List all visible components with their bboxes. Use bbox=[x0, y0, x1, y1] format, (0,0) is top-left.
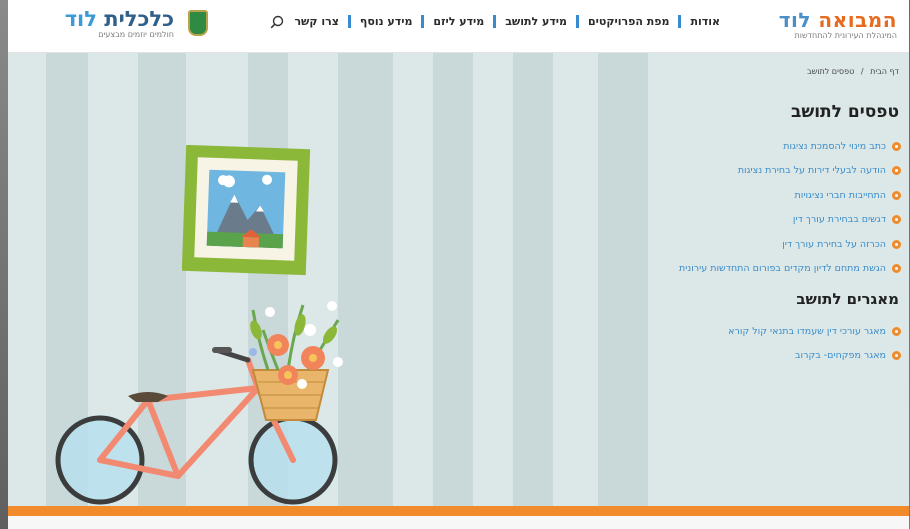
form-link[interactable]: כתב מינוי להסמכת נציגות bbox=[679, 134, 901, 159]
nav-item-project-map[interactable]: מפת הפרויקטים bbox=[579, 15, 678, 28]
breadcrumb-current: טפסים לתושב bbox=[806, 67, 855, 76]
wall-stripe bbox=[513, 53, 553, 508]
secondary-logo-tagline: חולמים יוזמים מבצעים bbox=[98, 30, 174, 39]
web-page: המבואה לוד המינהלת העירונית להתחדשות אוד… bbox=[8, 0, 909, 529]
search-icon[interactable] bbox=[270, 15, 284, 29]
logo-tagline: המינהלת העירונית להתחדשות bbox=[794, 31, 897, 40]
breadcrumb-separator: / bbox=[860, 67, 864, 76]
wall-stripe bbox=[433, 53, 473, 508]
nav-separator bbox=[493, 15, 497, 28]
database-link-label: מאגר מפקחים- בקרוב bbox=[795, 350, 886, 362]
kalkalit-lod-logo[interactable]: כלכלית לוד חולמים יוזמים מבצעים bbox=[56, 8, 174, 40]
database-link-label: מאגר עורכי דין שעמדו בתנאי קול קורא bbox=[728, 325, 886, 337]
mevoa-lod-logo[interactable]: המבואה לוד המינהלת העירונית להתחדשות bbox=[779, 9, 897, 41]
nav-separator bbox=[347, 15, 351, 28]
nav-item-developer-info[interactable]: מידע ליזם bbox=[424, 15, 493, 28]
form-link[interactable]: הכרזה על בחירת עורך דין bbox=[679, 232, 901, 257]
breadcrumb-home-link[interactable]: דף הבית bbox=[870, 67, 899, 76]
forms-list: כתב מינוי להסמכת נציגות הודעה לבעלי דירו… bbox=[679, 134, 901, 281]
wall-stripe bbox=[598, 53, 648, 508]
bullet-icon bbox=[892, 215, 901, 225]
secondary-logo-title: כלכלית לוד bbox=[56, 8, 174, 30]
bullet-icon bbox=[892, 141, 901, 151]
form-link[interactable]: דגשים בבחירת עורך דין bbox=[679, 208, 901, 233]
floor-stripe bbox=[8, 506, 909, 516]
form-link-label: התחייבות חברי נציגויות bbox=[794, 189, 886, 201]
nav-item-contact[interactable]: צרו קשר bbox=[285, 15, 347, 28]
database-link[interactable]: מאגר עורכי דין שעמדו בתנאי קול קורא bbox=[728, 319, 901, 344]
form-link-label: הודעה לבעלי דירות על בחירת נציגות bbox=[737, 165, 886, 177]
form-link[interactable]: התחייבות חברי נציגויות bbox=[679, 183, 901, 208]
form-link-label: הכרזה על בחירת עורך דין bbox=[782, 238, 886, 250]
bullet-icon bbox=[892, 264, 901, 274]
databases-section-title: מאגרים לתושב bbox=[796, 290, 899, 308]
secondary-logo-lod-word: לוד bbox=[64, 7, 97, 31]
nav-separator bbox=[421, 15, 425, 28]
nav-item-more-info[interactable]: מידע נוסף bbox=[351, 15, 421, 28]
framed-mountain-picture bbox=[182, 145, 311, 276]
page-title: טפסים לתושב bbox=[790, 102, 899, 122]
bullet-icon bbox=[892, 351, 901, 361]
form-link[interactable]: הודעה לבעלי דירות על בחירת נציגות bbox=[679, 159, 901, 184]
nav-item-about[interactable]: אודות bbox=[681, 15, 729, 28]
logo-title-word: המבואה bbox=[818, 8, 897, 32]
bullet-icon bbox=[892, 239, 901, 249]
secondary-logo-word: כלכלית bbox=[104, 7, 174, 31]
nav-item-resident-info[interactable]: מידע לתושב bbox=[496, 15, 576, 28]
bullet-icon bbox=[892, 190, 901, 200]
site-header: המבואה לוד המינהלת העירונית להתחדשות אוד… bbox=[8, 0, 909, 53]
city-emblem-icon bbox=[188, 10, 208, 36]
logo-title: המבואה לוד bbox=[779, 9, 897, 31]
bullet-icon bbox=[892, 166, 901, 176]
breadcrumb: דף הבית / טפסים לתושב bbox=[807, 67, 899, 76]
nav-separator bbox=[678, 15, 682, 28]
form-link-label: הגשת מתחם לדיון מקדים בפורום התחדשות עיר… bbox=[679, 263, 886, 275]
floor-base bbox=[8, 516, 909, 529]
bicycle-with-flower-basket-illustration bbox=[55, 301, 343, 505]
form-link-label: דגשים בבחירת עורך דין bbox=[792, 214, 886, 226]
databases-list: מאגר עורכי דין שעמדו בתנאי קול קורא מאגר… bbox=[728, 319, 901, 368]
database-link[interactable]: מאגר מפקחים- בקרוב bbox=[728, 344, 901, 369]
nav-separator bbox=[576, 15, 580, 28]
main-nav: אודות מפת הפרויקטים מידע לתושב מידע ליזם… bbox=[285, 15, 729, 28]
form-link[interactable]: הגשת מתחם לדיון מקדים בפורום התחדשות עיר… bbox=[679, 257, 901, 282]
logo-lod-word: לוד bbox=[778, 8, 811, 32]
bullet-icon bbox=[892, 326, 901, 336]
form-link-label: כתב מינוי להסמכת נציגות bbox=[783, 140, 886, 152]
